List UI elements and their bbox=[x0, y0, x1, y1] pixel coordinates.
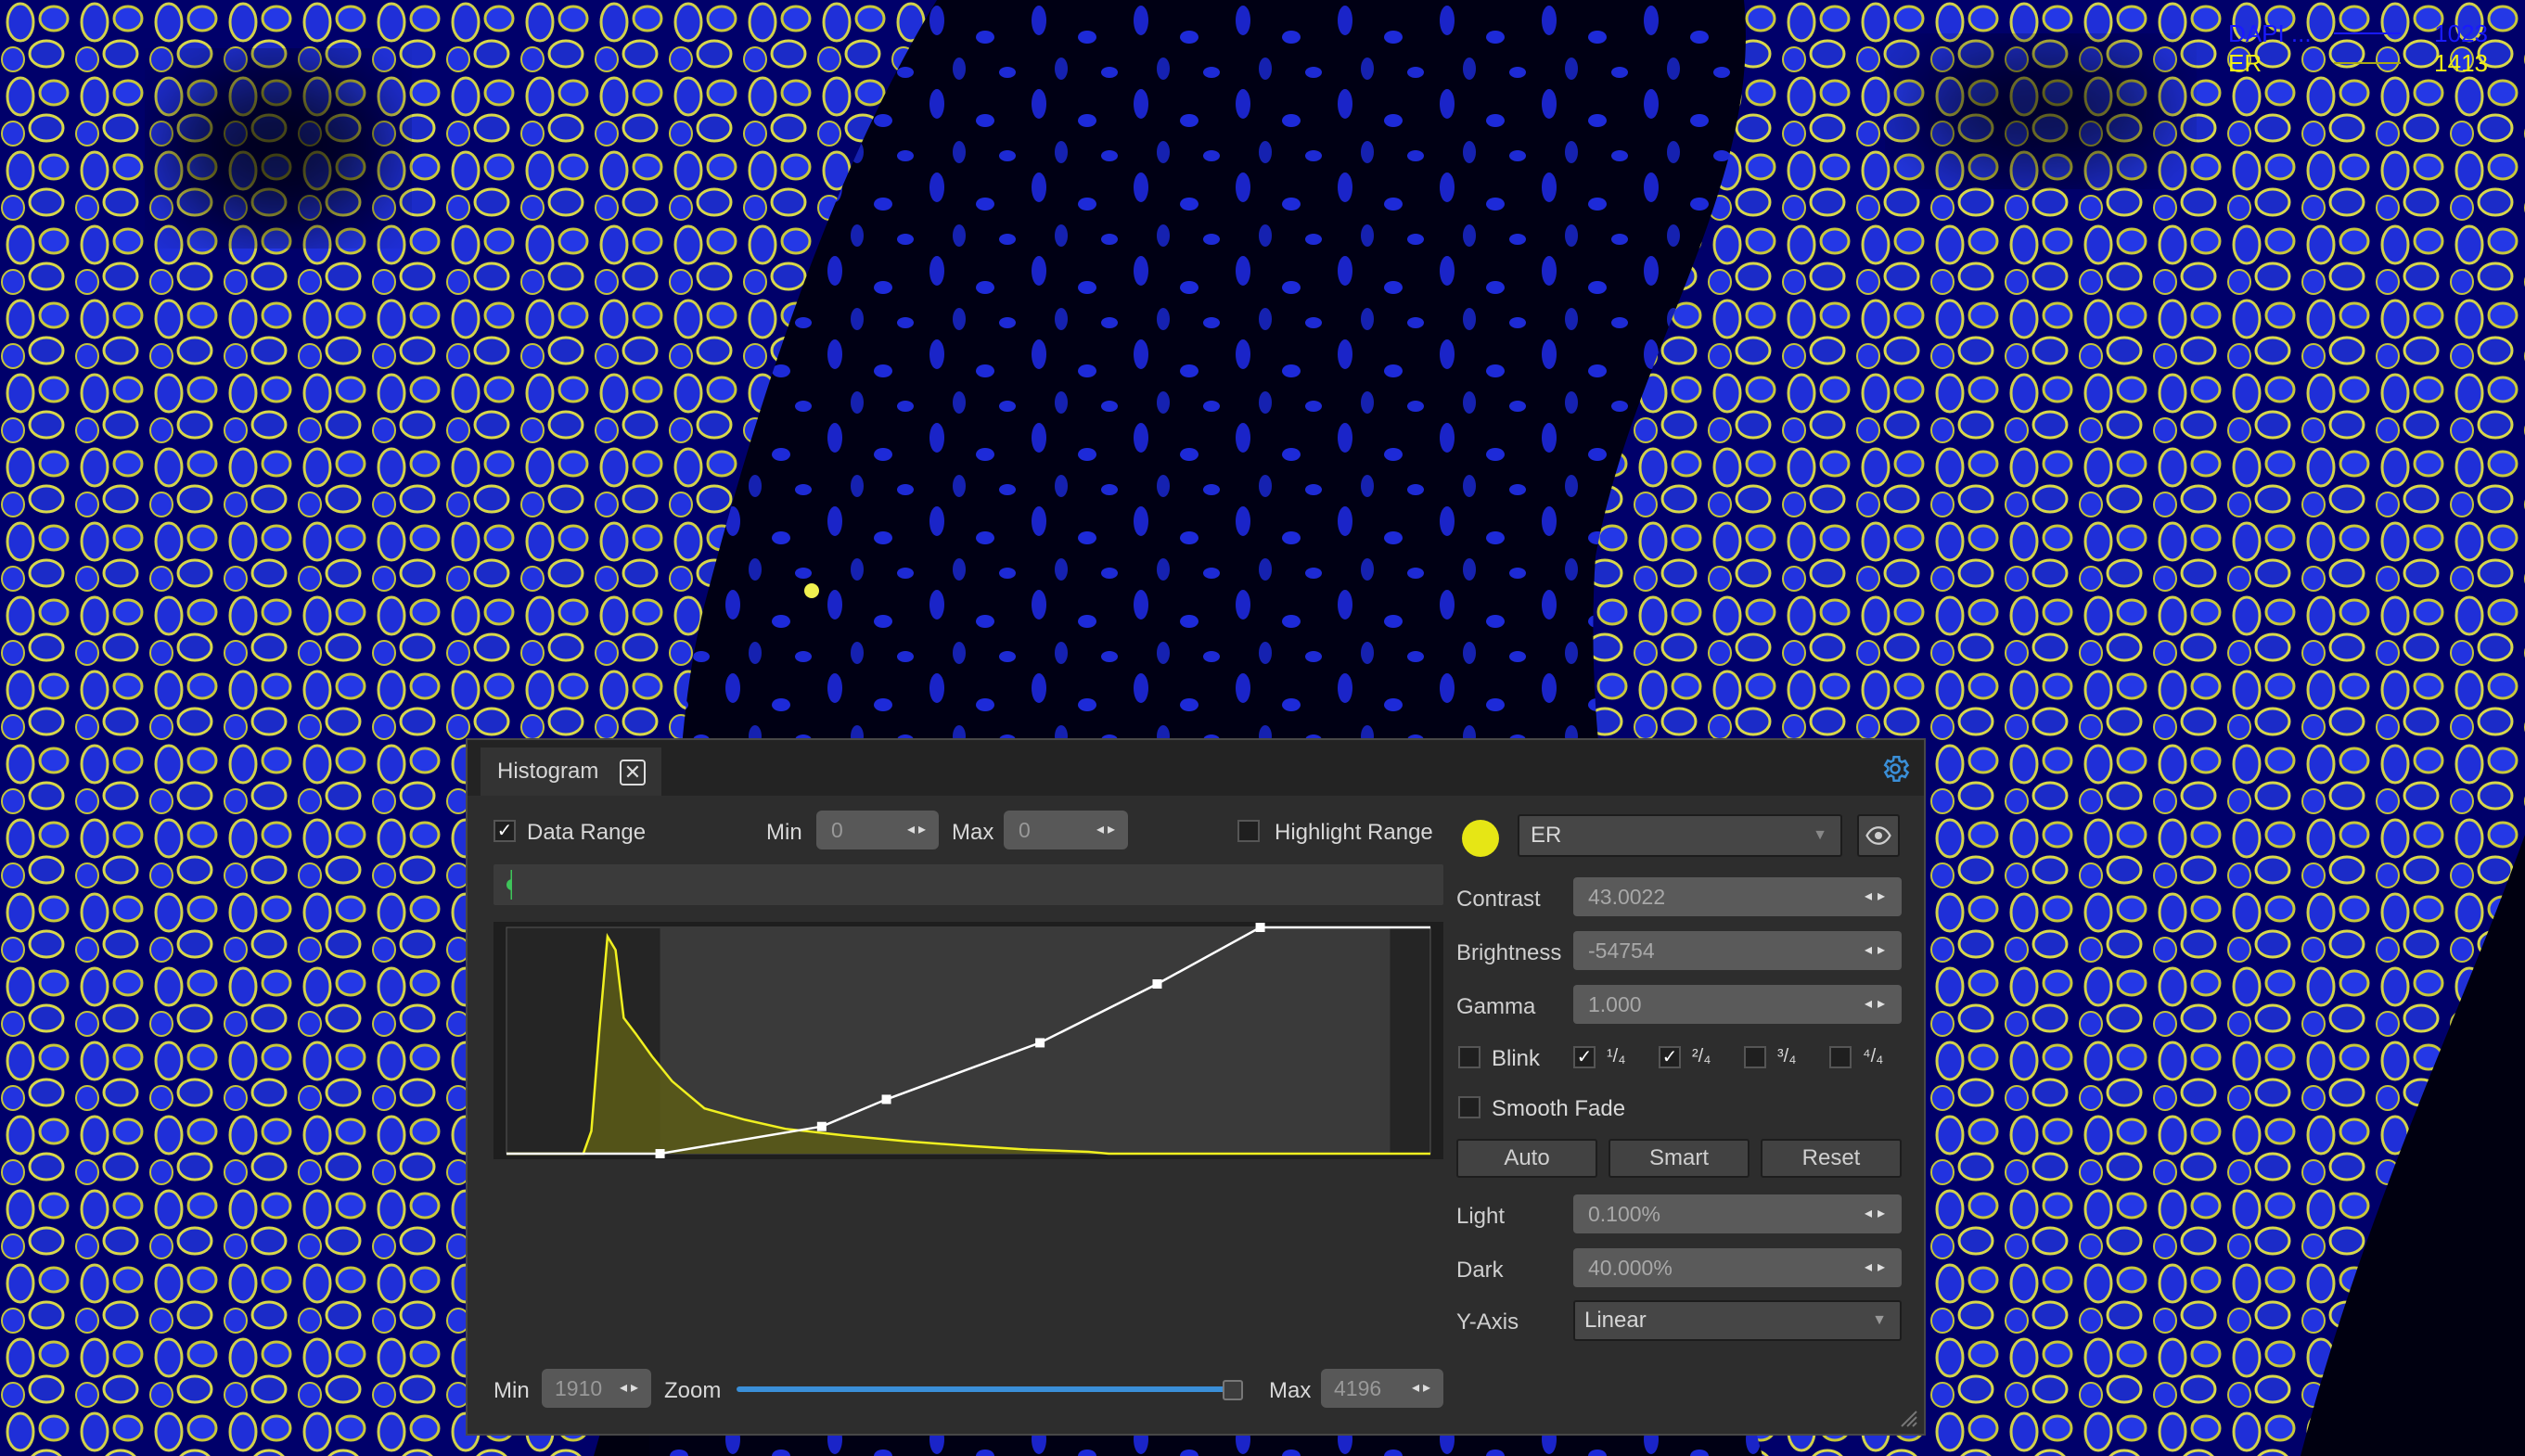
contrast-field[interactable]: 43.0022 ◂▸ bbox=[1573, 877, 1902, 916]
tab-bar: Histogram ✕ bbox=[468, 740, 1924, 796]
legend-value: 1023 bbox=[2434, 19, 2488, 47]
curve-control-point bbox=[881, 1094, 891, 1105]
display-window bbox=[660, 927, 1391, 1154]
bottom-max-label: Max bbox=[1269, 1378, 1312, 1403]
legend-value: 1413 bbox=[2434, 48, 2488, 77]
quarter-2-checkbox[interactable]: ✓ bbox=[1659, 1046, 1681, 1068]
data-range-checkbox[interactable]: ✓ bbox=[493, 820, 516, 842]
quarter-1-checkbox[interactable]: ✓ bbox=[1573, 1046, 1596, 1068]
close-icon[interactable]: ✕ bbox=[620, 760, 646, 785]
zoom-label: Zoom bbox=[664, 1378, 722, 1403]
data-range-label: Data Range bbox=[527, 820, 647, 845]
yaxis-label: Y-Axis bbox=[1456, 1309, 1519, 1335]
curve-control-point bbox=[1152, 979, 1162, 989]
brightness-field[interactable]: -54754 ◂▸ bbox=[1573, 931, 1902, 970]
smooth-fade-label: Smooth Fade bbox=[1492, 1096, 1626, 1121]
min-value: 0 bbox=[831, 818, 843, 842]
stepper-arrows-icon[interactable]: ◂▸ bbox=[1865, 1194, 1891, 1233]
curve-control-point bbox=[655, 1149, 665, 1158]
zoom-fill bbox=[737, 1386, 1233, 1392]
histogram-panel: Histogram ✕ ✓ Data Range Min 0 ◂▸ Max 0 … bbox=[466, 738, 1926, 1436]
light-field[interactable]: 0.100% ◂▸ bbox=[1573, 1194, 1902, 1233]
quarter-1-label: ¹/₄ bbox=[1607, 1046, 1626, 1066]
highlight-range-label: Highlight Range bbox=[1275, 820, 1433, 845]
gamma-field[interactable]: 1.000 ◂▸ bbox=[1573, 985, 1902, 1024]
channel-color-swatch[interactable] bbox=[1462, 820, 1499, 857]
tab-histogram[interactable]: Histogram ✕ bbox=[481, 747, 661, 796]
legend-line bbox=[2334, 32, 2401, 34]
legend-name: ER bbox=[2228, 48, 2262, 77]
legend-line bbox=[2334, 62, 2401, 64]
stepper-arrows-icon[interactable]: ◂▸ bbox=[1865, 985, 1891, 1024]
gamma-label: Gamma bbox=[1456, 994, 1536, 1019]
quarter-2-label: ²/₄ bbox=[1692, 1046, 1711, 1066]
min-spinbox[interactable]: 0 ◂▸ bbox=[816, 811, 939, 849]
chevron-down-icon: ▼ bbox=[1872, 1312, 1887, 1328]
channel-select[interactable]: ER ▼ bbox=[1518, 814, 1842, 857]
dark-field[interactable]: 40.000% ◂▸ bbox=[1573, 1248, 1902, 1287]
yaxis-select[interactable]: Linear ▼ bbox=[1573, 1300, 1902, 1341]
tab-title: Histogram bbox=[497, 759, 599, 784]
quarter-3-checkbox[interactable] bbox=[1744, 1046, 1766, 1068]
auto-button[interactable]: Auto bbox=[1456, 1139, 1597, 1178]
histogram-chart[interactable] bbox=[493, 922, 1443, 1159]
eye-icon bbox=[1865, 826, 1891, 845]
histogram-plot[interactable] bbox=[493, 922, 1443, 1159]
stepper-arrows-icon[interactable]: ◂▸ bbox=[907, 811, 929, 849]
blink-label: Blink bbox=[1492, 1046, 1541, 1071]
stepper-arrows-icon[interactable]: ◂▸ bbox=[1096, 811, 1119, 849]
stepper-arrows-icon[interactable]: ◂▸ bbox=[1865, 931, 1891, 970]
channel-select-value: ER bbox=[1531, 823, 1562, 848]
legend-name: DAPI ... bbox=[2228, 19, 2312, 47]
quarter-3-label: ³/₄ bbox=[1777, 1046, 1797, 1066]
blink-checkbox[interactable] bbox=[1458, 1046, 1480, 1068]
data-range-bar[interactable] bbox=[493, 864, 1443, 905]
dark-label: Dark bbox=[1456, 1258, 1504, 1283]
max-spinbox[interactable]: 0 ◂▸ bbox=[1004, 811, 1128, 849]
light-label: Light bbox=[1456, 1204, 1506, 1229]
highlight-range-checkbox[interactable] bbox=[1237, 820, 1260, 842]
quarter-4-label: ⁴/₄ bbox=[1863, 1046, 1884, 1066]
channel-legend: DAPI ... 1023 ER 1413 bbox=[2228, 19, 2488, 78]
dark-value: 40.000% bbox=[1588, 1256, 1673, 1280]
contrast-value: 43.0022 bbox=[1588, 885, 1666, 909]
bottom-min-spinbox[interactable]: 1910 ◂▸ bbox=[542, 1369, 651, 1408]
bottom-min-value: 1910 bbox=[555, 1376, 603, 1400]
zoom-slider[interactable] bbox=[737, 1380, 1243, 1400]
reset-button[interactable]: Reset bbox=[1761, 1139, 1902, 1178]
light-value: 0.100% bbox=[1588, 1202, 1661, 1226]
brightness-value: -54754 bbox=[1588, 939, 1655, 963]
curve-control-point bbox=[816, 1121, 827, 1131]
visibility-button[interactable] bbox=[1857, 814, 1900, 857]
yaxis-value: Linear bbox=[1584, 1308, 1647, 1333]
contrast-label: Contrast bbox=[1456, 887, 1541, 912]
range-marker-icon[interactable] bbox=[493, 864, 512, 905]
legend-row-dapi: DAPI ... 1023 bbox=[2228, 19, 2488, 48]
brightness-label: Brightness bbox=[1456, 940, 1562, 965]
stepper-arrows-icon[interactable]: ◂▸ bbox=[1865, 877, 1891, 916]
bottom-min-label: Min bbox=[493, 1378, 530, 1403]
max-label: Max bbox=[952, 820, 994, 845]
smooth-fade-checkbox[interactable] bbox=[1458, 1096, 1480, 1118]
resize-grip-icon[interactable] bbox=[1898, 1408, 1918, 1428]
chevron-down-icon: ▼ bbox=[1813, 827, 1827, 843]
max-value: 0 bbox=[1019, 818, 1031, 842]
stepper-arrows-icon[interactable]: ◂▸ bbox=[1865, 1248, 1891, 1287]
zoom-handle[interactable] bbox=[1223, 1380, 1243, 1400]
legend-row-er: ER 1413 bbox=[2228, 48, 2488, 78]
gamma-value: 1.000 bbox=[1588, 992, 1642, 1016]
curve-control-point bbox=[1255, 923, 1265, 932]
curve-control-point bbox=[1035, 1038, 1045, 1048]
bottom-max-spinbox[interactable]: 4196 ◂▸ bbox=[1321, 1369, 1443, 1408]
min-label: Min bbox=[766, 820, 802, 845]
bottom-max-value: 4196 bbox=[1334, 1376, 1382, 1400]
gear-icon[interactable] bbox=[1879, 753, 1911, 785]
quarter-4-checkbox[interactable] bbox=[1829, 1046, 1852, 1068]
smart-button[interactable]: Smart bbox=[1609, 1139, 1750, 1178]
stepper-arrows-icon[interactable]: ◂▸ bbox=[1412, 1369, 1434, 1408]
stepper-arrows-icon[interactable]: ◂▸ bbox=[620, 1369, 642, 1408]
